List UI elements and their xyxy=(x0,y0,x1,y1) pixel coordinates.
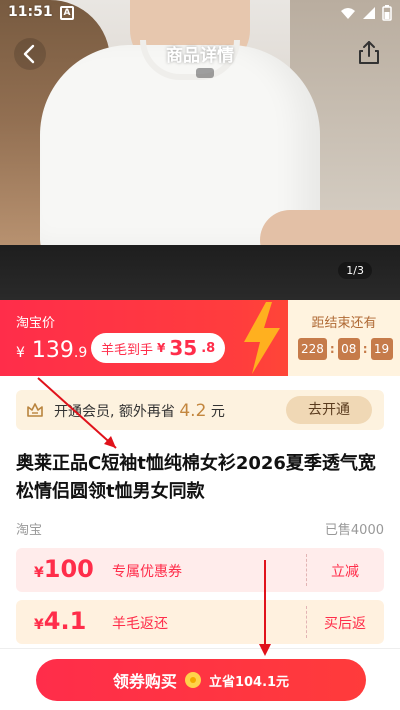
coupon-item[interactable]: ¥100 专属优惠券 立减 xyxy=(16,548,384,592)
coupon-action[interactable]: 买后返 xyxy=(306,613,384,633)
notification-a-icon: A xyxy=(60,6,74,20)
vip-message: 开通会员, 额外再省 xyxy=(54,404,175,420)
price-currency: ¥ xyxy=(16,345,25,361)
countdown-colon: : xyxy=(329,342,335,356)
vip-amount: 4.2 xyxy=(179,401,207,421)
coupon-item[interactable]: ¥4.1 羊毛返还 买后返 xyxy=(16,600,384,644)
promo-integer: 35 xyxy=(169,336,198,360)
page-title: 商品详情 xyxy=(166,46,234,66)
coin-icon xyxy=(184,672,201,688)
promo-label: 羊毛到手 xyxy=(101,342,154,358)
countdown: 距结束还有 228 : 08 : 19 xyxy=(288,300,400,376)
buy-with-coupon-button[interactable]: 领券购买 立省104.1元 xyxy=(36,659,366,701)
image-pager: 1/3 xyxy=(338,262,372,279)
product-detail-page: 11:51 A 商品详情 1/3 淘宝价 ¥ 139.9 羊毛到手 ¥ 35 .… xyxy=(0,0,400,710)
buy-label: 领券购买 xyxy=(112,672,177,691)
nav-bar: 商品详情 xyxy=(0,30,400,78)
promo-price-pill: 羊毛到手 ¥ 35.8 xyxy=(91,333,226,363)
coupon-name: 羊毛返还 xyxy=(112,616,168,632)
open-vip-button[interactable]: 去开通 xyxy=(286,396,372,424)
coupon-amount: ¥4.1 xyxy=(34,607,86,635)
vip-banner[interactable]: 开通会员, 额外再省 4.2 元 去开通 xyxy=(16,390,384,430)
status-bar: 11:51 A xyxy=(0,0,400,28)
bottom-bar: 领券购买 立省104.1元 xyxy=(0,648,400,710)
coupon-value: 4.1 xyxy=(43,607,87,635)
price-integer: 139 xyxy=(31,338,74,363)
save-label: 立省104.1元 xyxy=(208,674,290,690)
countdown-minutes: 08 xyxy=(337,338,360,360)
signal-icon xyxy=(363,7,375,19)
product-title: 奥莱正品C短袖t恤纯棉女衫2026夏季透气宽松情侣圆领t恤男女同款 xyxy=(16,453,376,502)
promo-decimal: .8 xyxy=(201,340,216,356)
coupon-currency: ¥ xyxy=(34,617,44,633)
countdown-colon: : xyxy=(362,342,368,356)
coupon-action[interactable]: 立减 xyxy=(306,561,384,581)
vip-text: 开通会员, 额外再省 4.2 元 xyxy=(54,401,225,421)
promo-currency: ¥ xyxy=(157,341,166,355)
price-banner: 淘宝价 ¥ 139.9 羊毛到手 ¥ 35.8 距结束还有 228 : 08 :… xyxy=(0,300,400,376)
coupon-amount: ¥100 xyxy=(34,555,94,583)
countdown-label: 距结束还有 xyxy=(311,316,377,331)
shop-name: 淘宝 xyxy=(16,523,43,538)
share-icon[interactable] xyxy=(354,38,384,68)
price-value: ¥ 139.9 xyxy=(16,338,87,363)
lightning-icon xyxy=(244,302,280,374)
countdown-seconds: 19 xyxy=(370,338,393,360)
coupon-name: 专属优惠券 xyxy=(112,564,182,580)
price-label: 淘宝价 xyxy=(16,316,56,331)
sold-count: 已售4000 xyxy=(324,523,384,538)
wifi-icon xyxy=(341,8,355,19)
countdown-timer: 228 : 08 : 19 xyxy=(298,338,393,360)
status-icons xyxy=(340,5,392,21)
vip-unit: 元 xyxy=(210,404,225,420)
countdown-hours: 228 xyxy=(298,338,327,360)
coupon-currency: ¥ xyxy=(34,565,44,581)
coupon-value: 100 xyxy=(43,555,94,583)
price-decimal: .9 xyxy=(73,345,88,361)
status-time: 11:51 xyxy=(8,4,53,20)
battery-icon xyxy=(382,5,392,21)
crown-icon xyxy=(27,403,43,417)
